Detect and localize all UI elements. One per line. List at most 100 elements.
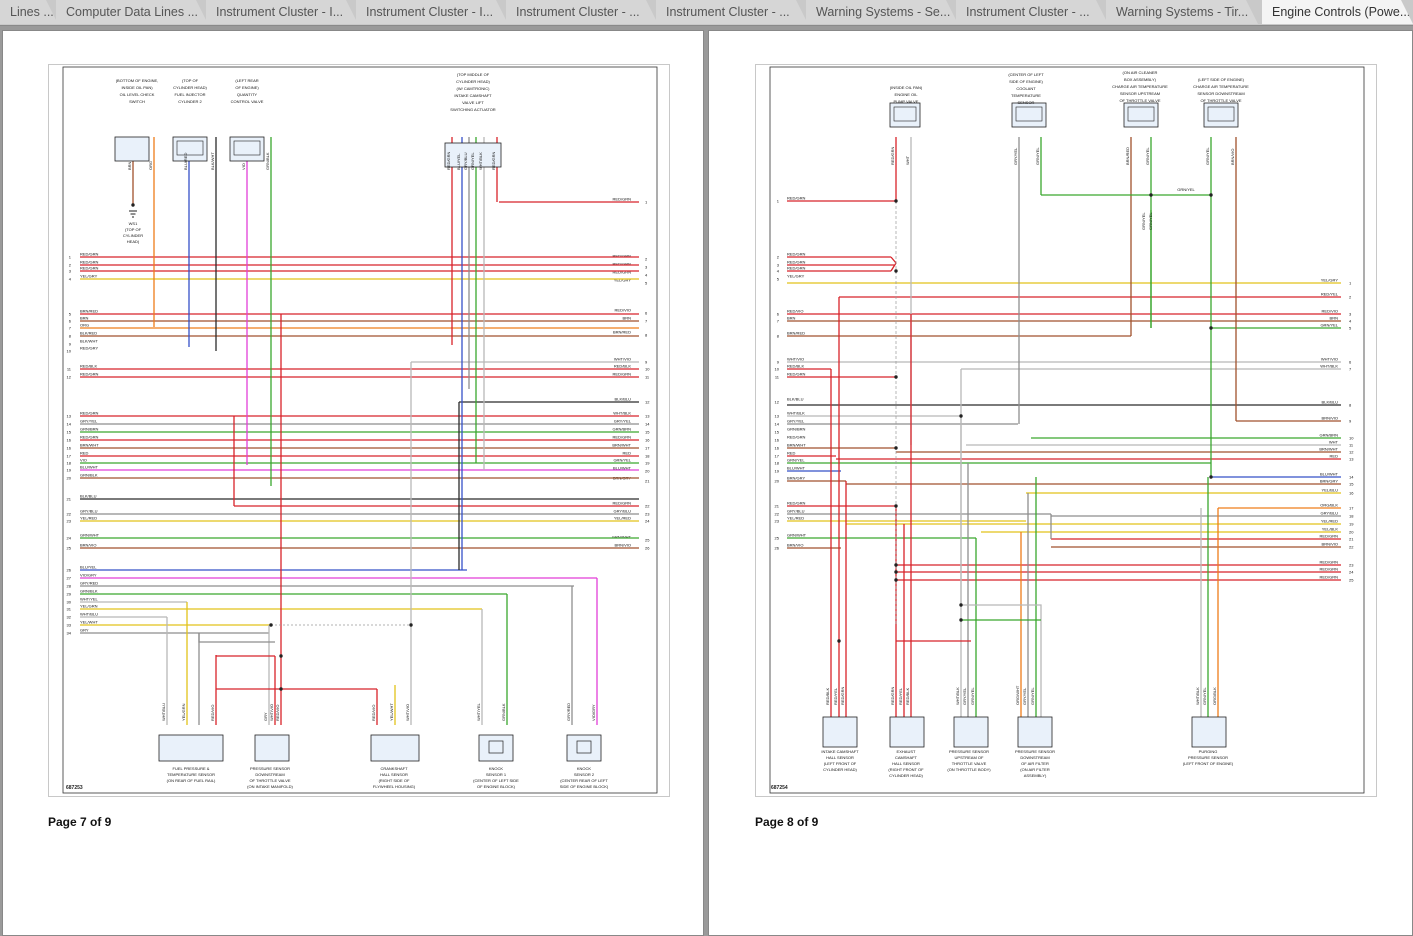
left-wire-label: BRN/GRY: [787, 476, 805, 481]
right-wire-label: RED/GRN: [613, 262, 632, 267]
component-label: PUMP VALVE: [894, 99, 919, 104]
splice-dot: [1209, 475, 1213, 479]
left-wire-label: RED/BLK: [80, 364, 97, 369]
component-label: (LEFT SIDE OF ENGINE): [1198, 77, 1245, 82]
wire-color-label: WHT/VIO: [405, 704, 410, 721]
left-terminal-number: 3: [777, 263, 780, 268]
page-footer: Page 7 of 9: [48, 815, 112, 829]
component-box: [822, 716, 858, 748]
left-wire-label: RED/VIO: [787, 309, 803, 314]
component-box: [172, 136, 208, 162]
left-wire-label: BLK/BLU: [787, 397, 804, 402]
wire-color-label: BLK/WHT: [210, 152, 215, 170]
component-label: (INSIDE OIL PAN): [890, 85, 923, 90]
right-wire-label: RED/GRN: [613, 501, 632, 506]
left-wire-label: RED/GRN: [787, 196, 806, 201]
wire-color-label: RED/GRN: [890, 686, 895, 705]
left-terminal-number: 29: [67, 592, 72, 597]
component-label: INSIDE OIL PAN): [121, 85, 153, 90]
tab-8[interactable]: Instrument Cluster - ...: [956, 0, 1108, 24]
right-terminal-number: 24: [1349, 570, 1354, 575]
component-label: CHARGE AIR TEMPERATURE: [1112, 84, 1168, 89]
component-label: SWITCHING ACTUATOR: [450, 107, 496, 112]
right-terminal-number: 4: [1349, 319, 1352, 324]
left-wire-label: RED/GRN: [80, 372, 99, 377]
right-terminal-number: 9: [1349, 419, 1352, 424]
left-terminal-number: 17: [67, 454, 72, 459]
component-label: CYLINDER HEAD): [889, 773, 923, 778]
component-label: (ON AIR CLEANER: [1123, 70, 1158, 75]
tab-3[interactable]: Instrument Cluster - I...: [206, 0, 358, 24]
component-label: CHARGE AIR TEMPERATURE: [1193, 84, 1249, 89]
tab-2[interactable]: Computer Data Lines ...: [56, 0, 208, 24]
wire-color-label: GRN/YEL: [1148, 212, 1153, 230]
tab-7[interactable]: Warning Systems - Se...: [806, 0, 958, 24]
wire-color-label: RED/GRN: [890, 146, 895, 165]
component-label: OF THROTTLE VALVE: [249, 778, 290, 783]
component-label: CYLINDER HEAD): [173, 85, 207, 90]
component-box: [953, 716, 989, 748]
splice-dot: [894, 375, 898, 379]
tab-5[interactable]: Instrument Cluster - ...: [506, 0, 658, 24]
component-label: PRESSURE SENSOR: [250, 766, 290, 771]
right-terminal-number: 16: [645, 438, 650, 443]
right-terminal-number: 7: [645, 319, 648, 324]
tab-9[interactable]: Warning Systems - Tir...: [1106, 0, 1258, 24]
component-box: [1203, 102, 1239, 128]
left-wire-label: RED: [787, 451, 796, 456]
tab-6[interactable]: Instrument Cluster - ...: [656, 0, 808, 24]
left-terminal-number: 8: [69, 334, 72, 339]
tab-4[interactable]: Instrument Cluster - I...: [356, 0, 508, 24]
wire-color-label: RED/BLK: [825, 688, 830, 705]
component-box: [158, 734, 224, 762]
wire-color-label: GRN/YEL: [1030, 687, 1035, 705]
right-wire-label: RED/GRN: [613, 270, 632, 275]
left-wire-label: GRN/YEL: [787, 458, 805, 463]
left-terminal-number: 12: [775, 400, 780, 405]
tab-bar: Lines ... Computer Data Lines ... Instru…: [0, 0, 1413, 26]
right-terminal-number: 6: [645, 311, 648, 316]
component-label: DOWNSTREAM: [255, 772, 284, 777]
wire-color-label: RED/VIO: [371, 705, 376, 721]
left-wire-label: WHT/YEL: [80, 597, 99, 602]
left-wire-label: BRN: [80, 316, 89, 321]
component-label: (TOP OF: [182, 78, 199, 83]
right-terminal-number: 19: [1349, 522, 1354, 527]
component-box: [370, 734, 420, 762]
splice-dot: [894, 269, 898, 273]
right-wire-label: RED/GRN: [1320, 560, 1339, 565]
component-label: FUEL INJECTOR: [174, 92, 205, 97]
left-terminal-number: 14: [67, 422, 72, 427]
right-terminal-number: 19: [645, 461, 650, 466]
left-terminal-number: 22: [67, 512, 72, 517]
component-label: SENSOR 2: [574, 772, 595, 777]
wire-color-label: WHT/VIO: [269, 704, 274, 721]
left-wire-label: RED/GRN: [80, 266, 99, 271]
tab-1[interactable]: Lines ...: [0, 0, 58, 24]
component-label: INTAKE CAMSHAFT: [821, 749, 859, 754]
wire-color-label: GRN/BLK: [265, 152, 270, 170]
wire-color-label: GRY/YEL: [1013, 147, 1018, 165]
wire-color-label: WHT/BLU: [161, 703, 166, 721]
right-terminal-number: 26: [645, 546, 650, 551]
right-wire-label: RED/VIO: [615, 308, 631, 313]
right-wire-label: BRN/VIO: [615, 543, 631, 548]
right-terminal-number: 13: [645, 414, 650, 419]
wire: [890, 256, 897, 272]
left-terminal-number: 8: [777, 334, 780, 339]
left-wire-label: RED/GRN: [787, 501, 806, 506]
right-terminal-number: 21: [1349, 537, 1354, 542]
component-label: HALL SENSOR: [892, 761, 920, 766]
left-terminal-number: 32: [67, 615, 72, 620]
wire-color-label: GRN/YEL: [1145, 147, 1150, 165]
left-wire-label: BRN/RED: [80, 309, 98, 314]
tab-engine-controls[interactable]: Engine Controls (Powe...: [1262, 0, 1413, 24]
right-wire-label: RED/GRN: [613, 372, 632, 377]
wiring-diagram: 1 RED/GRN 2 RED/GRN 3 RED/GRN 4 YEL/GRY 5 BRN/RED…: [62, 66, 658, 794]
splice-dot: [959, 618, 963, 622]
right-wire-label: RED/GRN: [1320, 575, 1339, 580]
left-wire-label: YEL/WHT: [80, 620, 98, 625]
wire: [198, 633, 275, 643]
wire-color-label: GRN/YEL: [1035, 147, 1040, 165]
component-label: DOWNSTREAM: [1020, 755, 1049, 760]
